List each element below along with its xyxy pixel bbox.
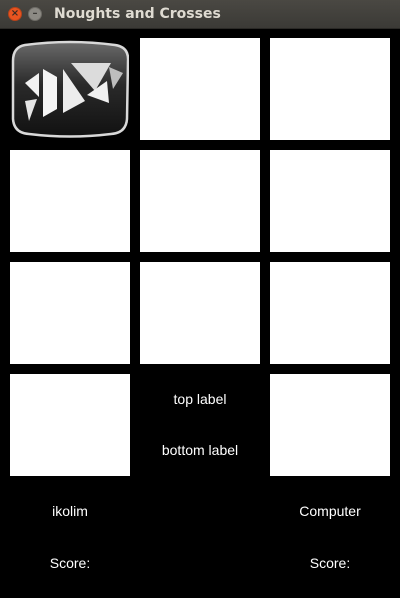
bottom-label: bottom label (161, 442, 239, 458)
board-cell-r4c3[interactable] (270, 374, 390, 476)
board-cell-r3c3[interactable] (270, 262, 390, 364)
score-label-left: Score: (49, 555, 91, 571)
board-cell-r1c3[interactable] (270, 38, 390, 140)
board-cell-r1c2[interactable] (140, 38, 260, 140)
board-cell-r3c1[interactable] (10, 262, 130, 364)
title-bar: × – Noughts and Crosses (0, 0, 400, 29)
board-cell-logo[interactable] (10, 38, 130, 140)
minimize-button[interactable]: – (28, 7, 42, 21)
kivy-logo-icon (11, 40, 129, 138)
board-cell-r4c1[interactable] (10, 374, 130, 476)
board-cell-r3c2[interactable] (140, 262, 260, 364)
player-name-left: ikolim (52, 503, 88, 519)
top-label: top label (173, 391, 227, 407)
close-icon: × (10, 8, 20, 19)
close-button[interactable]: × (8, 7, 22, 21)
board-cell-r2c1[interactable] (10, 150, 130, 252)
minimize-icon: – (32, 8, 38, 19)
board-cell-r2c3[interactable] (270, 150, 390, 252)
board-cell-r2c2[interactable] (140, 150, 260, 252)
window-title: Noughts and Crosses (54, 6, 221, 22)
score-label-right: Score: (309, 555, 351, 571)
player-name-right: Computer (299, 503, 361, 519)
